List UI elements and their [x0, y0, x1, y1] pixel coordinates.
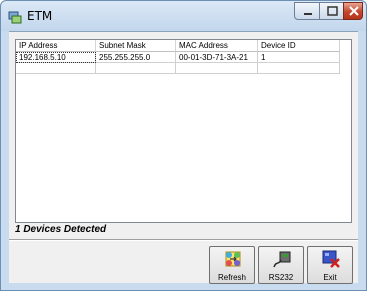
refresh-label: Refresh — [217, 273, 246, 282]
refresh-button[interactable]: Refresh — [209, 246, 255, 284]
table-cell-empty — [96, 63, 176, 74]
rs232-button[interactable]: RS232 — [258, 246, 304, 284]
column-header-device-id[interactable]: Device ID — [258, 40, 340, 52]
rs232-icon — [273, 251, 291, 268]
title-bar[interactable]: ETM — [1, 1, 366, 31]
rs232-label: RS232 — [268, 273, 294, 282]
minimize-icon — [304, 13, 312, 15]
table-cell-ip[interactable]: 192.168.5.10 — [16, 52, 96, 63]
table-cell-device-id[interactable]: 1 — [258, 52, 340, 63]
exit-label: Exit — [323, 273, 337, 282]
exit-button[interactable]: Exit — [307, 246, 353, 284]
maximize-icon — [327, 6, 338, 16]
table-cell-empty — [258, 63, 340, 74]
table-cell-subnet[interactable]: 255.255.255.0 — [96, 52, 176, 63]
device-list[interactable]: IP Address Subnet Mask MAC Address Devic… — [15, 39, 352, 223]
etm-window: ETM IP Address Subnet Mask MAC Address D… — [0, 0, 367, 291]
table-cell-empty — [176, 63, 258, 74]
refresh-icon — [225, 251, 241, 267]
table-cell-empty — [16, 63, 96, 74]
table-cell-mac[interactable]: 00-01-3D-71-3A-21 — [176, 52, 258, 63]
column-header-subnet[interactable]: Subnet Mask — [96, 40, 176, 52]
status-text: 1 Devices Detected — [15, 224, 107, 235]
close-button[interactable] — [343, 2, 363, 20]
close-icon — [349, 6, 359, 16]
app-icon — [8, 9, 22, 24]
divider — [9, 239, 358, 241]
exit-icon — [322, 250, 340, 268]
client-area: IP Address Subnet Mask MAC Address Devic… — [9, 31, 358, 284]
window-title: ETM — [27, 9, 53, 23]
minimize-button[interactable] — [294, 2, 320, 20]
maximize-button[interactable] — [319, 2, 344, 20]
column-header-mac[interactable]: MAC Address — [176, 40, 258, 52]
column-header-ip[interactable]: IP Address — [16, 40, 96, 52]
